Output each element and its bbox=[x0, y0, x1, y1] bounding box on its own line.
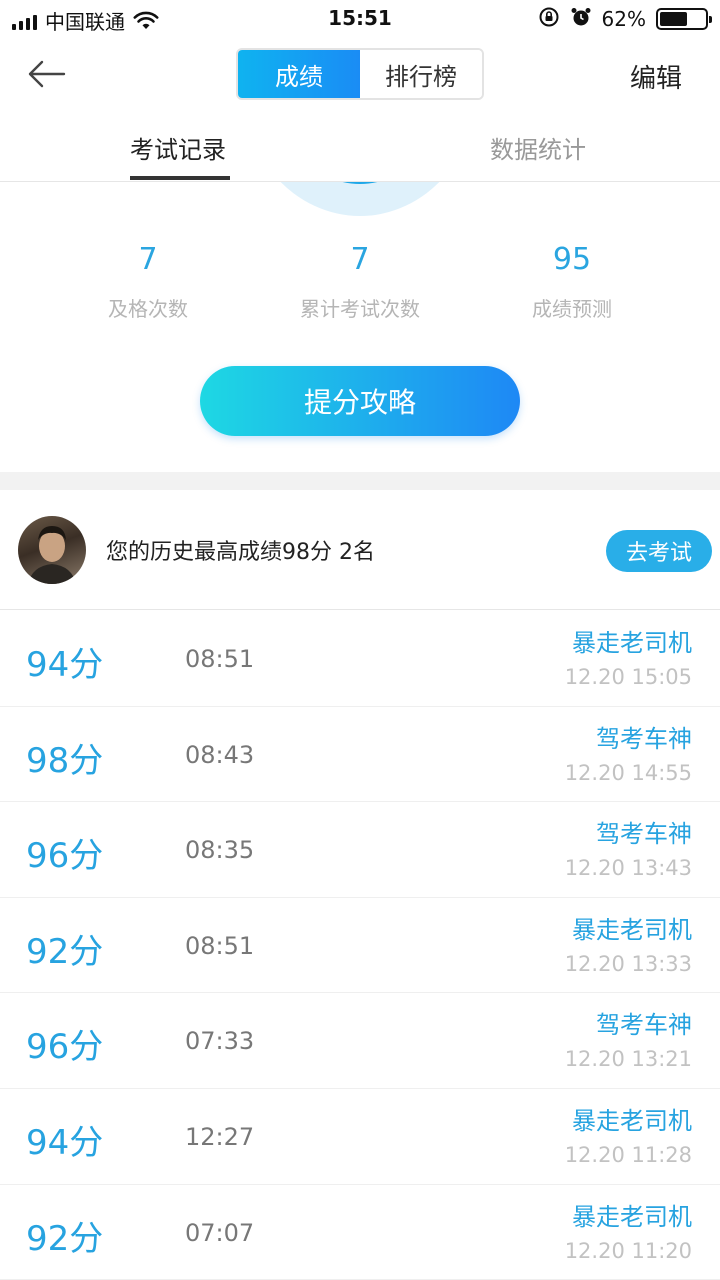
record-score: 96分 bbox=[26, 836, 104, 877]
stat-score-prediction: 95 成绩预测 bbox=[472, 242, 672, 322]
segment-score[interactable]: 成绩 bbox=[238, 50, 360, 98]
stat-pass-count: 7 及格次数 bbox=[48, 242, 248, 322]
record-title: 暴走老司机 bbox=[572, 629, 692, 657]
stat-label: 及格次数 bbox=[108, 297, 188, 321]
record-title: 驾考车神 bbox=[596, 724, 692, 753]
stat-label: 成绩预测 bbox=[532, 297, 612, 321]
record-row[interactable]: 96分 07:33 驾考车神 12.20 13:21 bbox=[0, 993, 720, 1089]
record-row[interactable]: 96分 08:35 驾考车神 12.20 13:43 bbox=[0, 802, 720, 898]
tab-data-stats[interactable]: 数据统计 bbox=[490, 130, 586, 165]
record-time: 12.20 13:43 bbox=[564, 856, 692, 881]
go-exam-button[interactable]: 去考试 bbox=[606, 530, 712, 572]
record-title: 暴走老司机 bbox=[572, 1202, 692, 1231]
tab-exam-records[interactable]: 考试记录 bbox=[130, 130, 226, 165]
avatar-image bbox=[28, 526, 76, 584]
orientation-lock-icon bbox=[538, 6, 560, 32]
record-duration: 08:51 bbox=[185, 931, 255, 960]
stat-label: 累计考试次数 bbox=[300, 297, 420, 321]
record-time: 12.20 11:20 bbox=[564, 1238, 692, 1263]
record-duration: 08:43 bbox=[185, 740, 255, 769]
nav-bar: 成绩 排行榜 编辑 bbox=[0, 36, 720, 112]
score-dial-ring bbox=[240, 182, 480, 216]
improve-score-tips-button[interactable]: 提分攻略 bbox=[200, 366, 520, 436]
section-divider bbox=[0, 472, 720, 490]
record-duration: 08:51 bbox=[185, 645, 255, 673]
record-time: 12.20 13:21 bbox=[564, 1047, 692, 1072]
record-row[interactable]: 98分 08:43 驾考车神 12.20 14:55 bbox=[0, 707, 720, 803]
record-time: 12.20 13:33 bbox=[564, 951, 692, 976]
record-row[interactable]: 92分 07:07 暴走老司机 12.20 11:20 bbox=[0, 1185, 720, 1280]
record-row[interactable]: 92分 08:51 暴走老司机 12.20 13:33 bbox=[0, 898, 720, 994]
avatar[interactable] bbox=[18, 516, 86, 584]
stat-value: 7 bbox=[138, 242, 158, 277]
record-row[interactable]: 94分 12:27 暴走老司机 12.20 11:28 bbox=[0, 1089, 720, 1185]
best-score-text: 您的历史最高成绩98分 2名 bbox=[106, 540, 375, 565]
record-title: 暴走老司机 bbox=[572, 1106, 692, 1135]
summary-card: 7 及格次数 7 累计考试次数 95 成绩预测 提分攻略 bbox=[0, 182, 720, 472]
record-score: 92分 bbox=[26, 931, 104, 972]
back-button[interactable] bbox=[22, 52, 70, 96]
record-time: 12.20 11:28 bbox=[564, 1142, 692, 1167]
record-duration: 08:35 bbox=[185, 836, 255, 865]
best-score-row: 您的历史最高成绩98分 2名 去考试 bbox=[0, 490, 720, 610]
record-score: 94分 bbox=[26, 645, 104, 685]
record-title: 驾考车神 bbox=[596, 820, 692, 849]
exam-records-list: 94分 08:51 暴走老司机 12.20 15:05 98分 08:43 驾考… bbox=[0, 611, 720, 1280]
record-time: 12.20 15:05 bbox=[564, 665, 692, 689]
stat-value: 95 bbox=[552, 242, 592, 277]
record-score: 92分 bbox=[26, 1218, 104, 1259]
tab-indicator bbox=[130, 176, 230, 180]
record-duration: 07:33 bbox=[185, 1027, 255, 1056]
record-duration: 07:07 bbox=[185, 1218, 255, 1247]
battery-fill bbox=[660, 12, 688, 26]
status-bar: 中国联通 15:51 62% bbox=[0, 0, 720, 36]
record-title: 驾考车神 bbox=[596, 1011, 692, 1040]
record-score: 94分 bbox=[26, 1122, 104, 1163]
record-duration: 12:27 bbox=[185, 1122, 255, 1151]
alarm-icon bbox=[570, 6, 592, 32]
back-arrow-icon bbox=[28, 60, 66, 88]
segment-ranking[interactable]: 排行榜 bbox=[360, 50, 482, 98]
edit-button[interactable]: 编辑 bbox=[630, 58, 682, 95]
tab-bar: 考试记录 数据统计 bbox=[0, 112, 720, 182]
stat-total-exams: 7 累计考试次数 bbox=[260, 242, 460, 322]
record-score: 96分 bbox=[26, 1027, 104, 1068]
battery-percent: 62% bbox=[601, 7, 646, 31]
status-right: 62% bbox=[538, 6, 712, 32]
stat-value: 7 bbox=[350, 242, 370, 277]
record-time: 12.20 14:55 bbox=[564, 760, 692, 785]
record-row[interactable]: 94分 08:51 暴走老司机 12.20 15:05 bbox=[0, 611, 720, 707]
segment-control: 成绩 排行榜 bbox=[236, 48, 484, 100]
record-score: 98分 bbox=[26, 740, 104, 781]
record-title: 暴走老司机 bbox=[572, 915, 692, 944]
battery-icon bbox=[656, 8, 712, 30]
